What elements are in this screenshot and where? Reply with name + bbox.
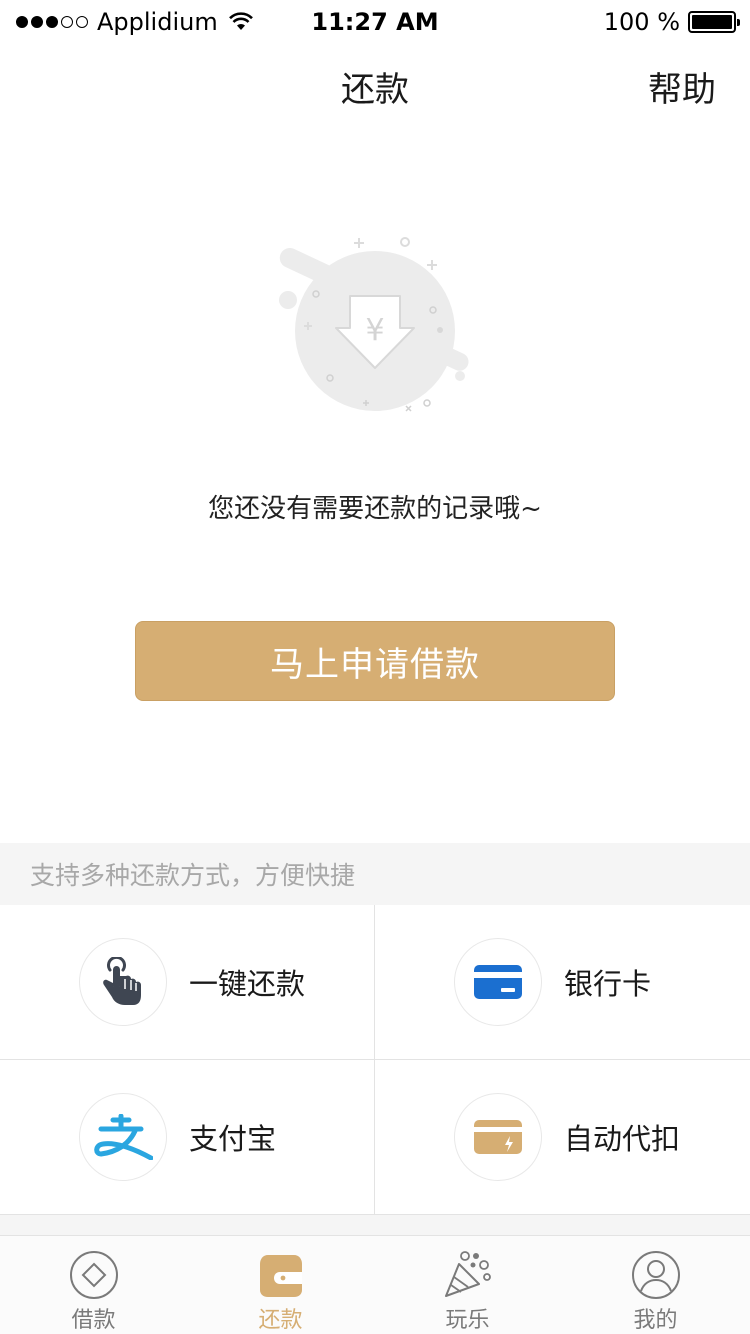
repayment-methods-grid: 一键还款 银行卡 支付宝 自动代扣 <box>0 905 750 1215</box>
yen-download-icon: ¥ <box>279 237 469 412</box>
tab-label: 玩乐 <box>445 1308 490 1333</box>
section-gap <box>0 1215 750 1235</box>
tab-bar: 借款 还款 玩乐 我的 <box>0 1235 750 1334</box>
battery-cap <box>737 19 740 26</box>
method-label: 银行卡 <box>564 967 652 1001</box>
tab-label: 借款 <box>71 1308 116 1333</box>
tap-hand-icon <box>103 957 141 1005</box>
diamond-circle-icon <box>69 1251 118 1299</box>
tab-fun[interactable]: 玩乐 <box>374 1236 561 1334</box>
battery-area: 100 % <box>603 8 740 36</box>
tab-label: 还款 <box>258 1308 303 1333</box>
svg-text:¥: ¥ <box>365 313 384 348</box>
status-bar: Applidium 11:27 AM 100 % <box>0 0 750 44</box>
method-label: 一键还款 <box>189 967 306 1001</box>
auto-debit-card-icon <box>474 1120 522 1154</box>
party-icon <box>444 1251 491 1297</box>
method-label: 支付宝 <box>189 1122 277 1156</box>
tab-repay[interactable]: 还款 <box>187 1236 374 1334</box>
tab-label: 我的 <box>633 1308 678 1333</box>
methods-section-header: 支持多种还款方式，方便快捷 <box>0 843 750 905</box>
wallet-icon <box>259 1255 302 1297</box>
method-alipay[interactable]: 支付宝 <box>0 1060 374 1214</box>
page-title: 还款 <box>341 70 409 110</box>
battery-icon <box>688 11 740 33</box>
bank-card-icon <box>474 965 522 999</box>
nav-bar: 还款 帮助 <box>0 44 750 128</box>
method-icon-circle <box>454 938 542 1026</box>
battery-percent: 100 % <box>603 8 680 36</box>
method-icon-circle <box>454 1093 542 1181</box>
method-icon-circle <box>79 1093 167 1181</box>
method-one-click-repay[interactable]: 一键还款 <box>0 905 374 1059</box>
alipay-icon <box>94 1114 153 1160</box>
method-label: 自动代扣 <box>564 1122 681 1156</box>
help-button[interactable]: 帮助 <box>648 62 716 111</box>
apply-loan-button[interactable]: 马上申请借款 <box>135 621 615 701</box>
tab-me[interactable]: 我的 <box>562 1236 749 1334</box>
method-bank-card[interactable]: 银行卡 <box>375 905 749 1059</box>
battery-fill <box>692 15 732 29</box>
method-auto-debit[interactable]: 自动代扣 <box>375 1060 749 1214</box>
user-icon <box>631 1251 680 1299</box>
tab-loan[interactable]: 借款 <box>0 1236 187 1334</box>
method-icon-circle <box>79 938 167 1026</box>
empty-message: 您还没有需要还款的记录哦~ <box>208 494 542 524</box>
